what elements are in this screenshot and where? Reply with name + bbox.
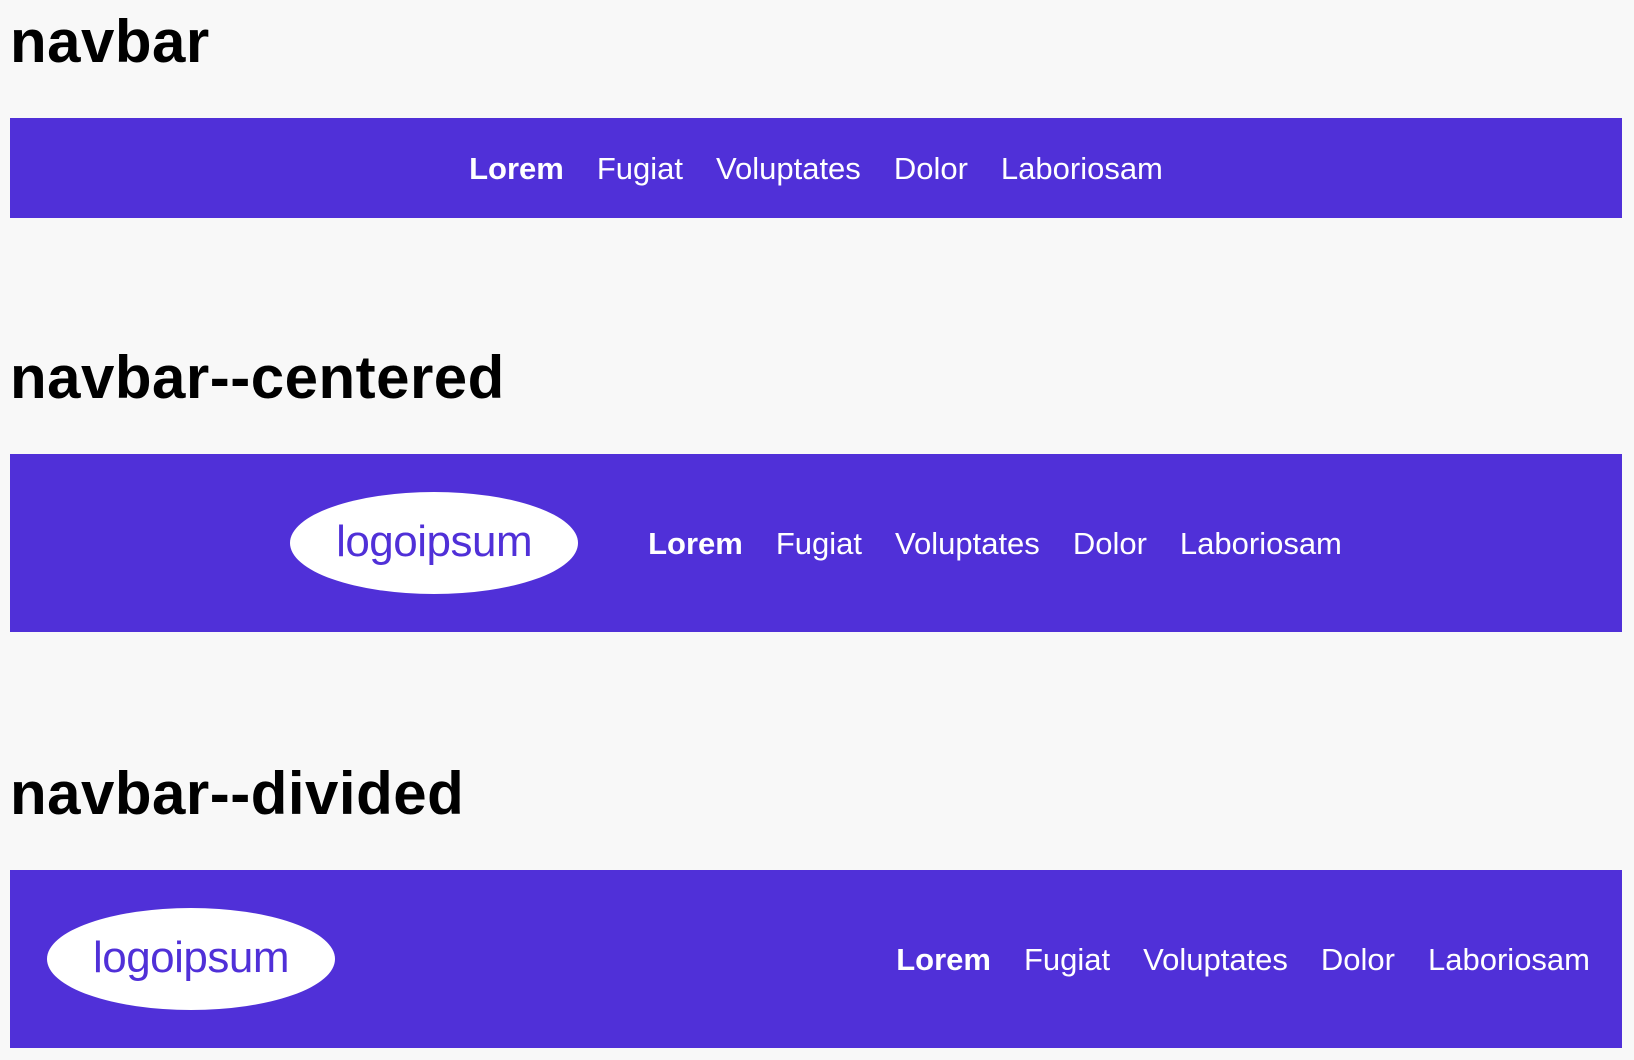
nav-link-voluptates[interactable]: Voluptates: [716, 153, 861, 184]
nav-link-dolor[interactable]: Dolor: [1073, 528, 1147, 559]
nav-links: Lorem Fugiat Voluptates Dolor Laboriosam: [469, 153, 1163, 184]
section-title-navbar-centered: navbar--centered: [10, 344, 505, 411]
navbar: Lorem Fugiat Voluptates Dolor Laboriosam: [10, 118, 1622, 218]
nav-link-lorem[interactable]: Lorem: [896, 944, 991, 975]
nav-link-laboriosam[interactable]: Laboriosam: [1428, 944, 1590, 975]
logo-text: logoipsum: [92, 933, 290, 982]
nav-link-voluptates[interactable]: Voluptates: [1143, 944, 1288, 975]
logo[interactable]: logoipsum: [290, 492, 579, 594]
navbar-centered: logoipsum Lorem Fugiat Voluptates Dolor …: [10, 454, 1622, 632]
nav-links: Lorem Fugiat Voluptates Dolor Laboriosam: [648, 528, 1342, 559]
section-title-navbar: navbar: [10, 8, 210, 75]
logo-text: logoipsum: [336, 517, 533, 566]
nav-link-fugiat[interactable]: Fugiat: [776, 528, 862, 559]
nav-link-fugiat[interactable]: Fugiat: [1024, 944, 1110, 975]
nav-link-fugiat[interactable]: Fugiat: [597, 153, 683, 184]
nav-link-lorem[interactable]: Lorem: [648, 528, 743, 559]
nav-link-lorem[interactable]: Lorem: [469, 153, 564, 184]
nav-links: Lorem Fugiat Voluptates Dolor Laboriosam: [896, 944, 1590, 975]
nav-link-dolor[interactable]: Dolor: [894, 153, 968, 184]
nav-link-voluptates[interactable]: Voluptates: [895, 528, 1040, 559]
navbar-divided: logoipsum Lorem Fugiat Voluptates Dolor …: [10, 870, 1622, 1048]
nav-link-laboriosam[interactable]: Laboriosam: [1180, 528, 1342, 559]
nav-link-dolor[interactable]: Dolor: [1321, 944, 1395, 975]
nav-link-laboriosam[interactable]: Laboriosam: [1001, 153, 1163, 184]
section-title-navbar-divided: navbar--divided: [10, 760, 465, 827]
logo[interactable]: logoipsum: [47, 908, 335, 1010]
